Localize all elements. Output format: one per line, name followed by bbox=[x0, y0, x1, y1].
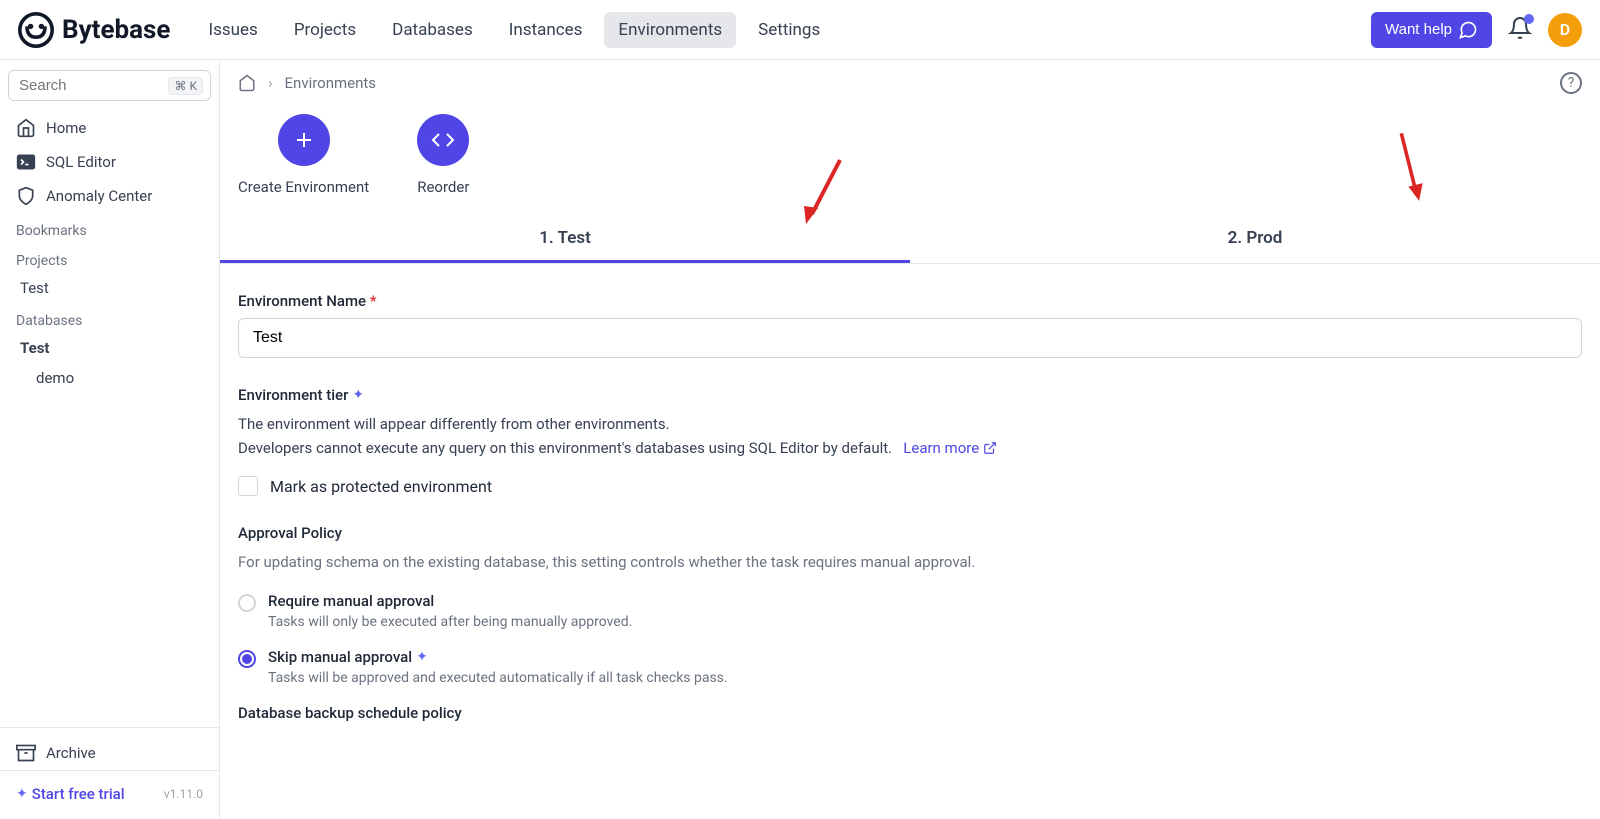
radio-require-label: Require manual approval bbox=[268, 592, 632, 610]
protect-checkbox[interactable] bbox=[238, 476, 258, 496]
avatar[interactable]: D bbox=[1548, 13, 1582, 47]
header-right: Want help D bbox=[1371, 12, 1582, 48]
nav-instances[interactable]: Instances bbox=[495, 12, 597, 48]
home-crumb-icon[interactable] bbox=[238, 74, 256, 92]
sidebar-archive[interactable]: Archive bbox=[6, 736, 213, 770]
radio-skip-desc: Tasks will be approved and executed auto… bbox=[268, 670, 728, 686]
nav-links: Issues Projects Databases Instances Envi… bbox=[194, 12, 834, 48]
reorder-circle bbox=[417, 114, 469, 166]
env-form: Environment Name * Environment tier ✦ Th… bbox=[220, 264, 1600, 750]
nav-databases[interactable]: Databases bbox=[378, 12, 487, 48]
shield-icon bbox=[16, 186, 36, 206]
tier-desc: The environment will appear differently … bbox=[238, 412, 1582, 460]
sidebar-sql-editor[interactable]: SQL Editor bbox=[6, 145, 213, 179]
chat-icon bbox=[1458, 20, 1478, 40]
nav-environments[interactable]: Environments bbox=[604, 12, 736, 48]
plus-circle bbox=[278, 114, 330, 166]
radio-skip-label: Skip manual approval ✦ bbox=[268, 648, 728, 666]
tab-test[interactable]: 1. Test bbox=[220, 216, 910, 263]
nav-projects[interactable]: Projects bbox=[280, 12, 370, 48]
environment-name-input[interactable] bbox=[238, 318, 1582, 358]
sidebar-databases-section: Databases bbox=[6, 303, 213, 333]
start-trial-link[interactable]: ✦ Start free trial bbox=[16, 785, 125, 803]
header-left: Bytebase Issues Projects Databases Insta… bbox=[18, 12, 834, 48]
protect-row[interactable]: Mark as protected environment bbox=[238, 476, 1582, 496]
sidebar-db-test[interactable]: Test bbox=[6, 333, 213, 363]
tier-desc-line2: Developers cannot execute any query on t… bbox=[238, 439, 892, 457]
external-link-icon bbox=[983, 441, 997, 455]
crumb-environments[interactable]: Environments bbox=[285, 74, 377, 92]
tier-heading: Environment tier ✦ bbox=[238, 386, 1582, 404]
sidebar-anomaly-label: Anomaly Center bbox=[46, 187, 152, 205]
terminal-icon bbox=[16, 152, 36, 172]
crumb-separator: › bbox=[268, 74, 273, 92]
sparkle-icon: ✦ bbox=[16, 786, 28, 802]
help-label: Want help bbox=[1385, 21, 1452, 38]
archive-icon bbox=[16, 743, 36, 763]
radio-require-manual[interactable]: Require manual approval Tasks will only … bbox=[238, 592, 1582, 630]
create-env-label: Create Environment bbox=[238, 178, 369, 196]
reorder-label: Reorder bbox=[417, 178, 469, 196]
want-help-button[interactable]: Want help bbox=[1371, 12, 1492, 48]
protect-label: Mark as protected environment bbox=[270, 477, 492, 496]
breadcrumb: › Environments ? bbox=[220, 60, 1600, 106]
notifications-button[interactable] bbox=[1508, 16, 1532, 44]
logo[interactable]: Bytebase bbox=[18, 12, 170, 48]
sidebar-bookmarks-section: Bookmarks bbox=[6, 213, 213, 243]
logo-icon bbox=[18, 12, 54, 48]
sparkle-icon: ✦ bbox=[352, 387, 364, 403]
sidebar-sql-label: SQL Editor bbox=[46, 153, 116, 171]
crumb-left: › Environments bbox=[238, 74, 376, 92]
trial-row: ✦ Start free trial v1.11.0 bbox=[6, 779, 213, 809]
notification-dot bbox=[1524, 14, 1534, 24]
trial-label: Start free trial bbox=[32, 785, 125, 803]
nav-issues[interactable]: Issues bbox=[194, 12, 271, 48]
approval-desc: For updating schema on the existing data… bbox=[238, 550, 1582, 574]
code-icon bbox=[431, 128, 455, 152]
sidebar-project-test[interactable]: Test bbox=[6, 273, 213, 303]
header: Bytebase Issues Projects Databases Insta… bbox=[0, 0, 1600, 60]
sparkle-icon: ✦ bbox=[416, 649, 428, 665]
sidebar-projects-section: Projects bbox=[6, 243, 213, 273]
backup-heading: Database backup schedule policy bbox=[238, 704, 1582, 722]
learn-more-text: Learn more bbox=[903, 436, 979, 460]
logo-text: Bytebase bbox=[62, 15, 170, 45]
sidebar-archive-label: Archive bbox=[46, 744, 96, 762]
radio-require-input[interactable] bbox=[238, 594, 256, 612]
env-tabs: 1. Test 2. Prod bbox=[220, 216, 1600, 264]
sidebar-home-label: Home bbox=[46, 119, 86, 137]
radio-skip-input[interactable] bbox=[238, 650, 256, 668]
tier-label: Environment tier bbox=[238, 386, 348, 404]
approval-radio-group: Require manual approval Tasks will only … bbox=[238, 592, 1582, 686]
search-shortcut: ⌘ K bbox=[168, 77, 203, 95]
radio-skip-text: Skip manual approval bbox=[268, 648, 412, 666]
sidebar-home[interactable]: Home bbox=[6, 111, 213, 145]
body: ⌘ K Home SQL Editor Anomaly Center Bookm… bbox=[0, 60, 1600, 819]
home-icon bbox=[16, 118, 36, 138]
plus-icon bbox=[292, 128, 316, 152]
nav-settings[interactable]: Settings bbox=[744, 12, 834, 48]
required-asterisk: * bbox=[370, 292, 377, 310]
sidebar: ⌘ K Home SQL Editor Anomaly Center Bookm… bbox=[0, 60, 220, 819]
sidebar-anomaly[interactable]: Anomaly Center bbox=[6, 179, 213, 213]
learn-more-link[interactable]: Learn more bbox=[903, 436, 997, 460]
create-environment-button[interactable]: Create Environment bbox=[238, 114, 369, 196]
name-label: Environment Name * bbox=[238, 292, 1582, 310]
sidebar-footer: Archive bbox=[0, 727, 219, 770]
env-actions: Create Environment Reorder bbox=[220, 106, 1600, 216]
main: › Environments ? Create Environment Reor… bbox=[220, 60, 1600, 819]
radio-require-desc: Tasks will only be executed after being … bbox=[268, 614, 632, 630]
radio-skip-manual[interactable]: Skip manual approval ✦ Tasks will be app… bbox=[238, 648, 1582, 686]
name-label-text: Environment Name bbox=[238, 292, 366, 310]
approval-heading: Approval Policy bbox=[238, 524, 1582, 542]
sidebar-db-demo[interactable]: demo bbox=[6, 363, 213, 393]
reorder-button[interactable]: Reorder bbox=[417, 114, 469, 196]
tier-desc-line1: The environment will appear differently … bbox=[238, 415, 670, 433]
tab-prod[interactable]: 2. Prod bbox=[910, 216, 1600, 263]
version-label: v1.11.0 bbox=[164, 787, 203, 801]
search-wrap: ⌘ K bbox=[6, 70, 213, 101]
sidebar-footer-2: ✦ Start free trial v1.11.0 bbox=[0, 770, 219, 809]
page-help-button[interactable]: ? bbox=[1560, 72, 1582, 94]
